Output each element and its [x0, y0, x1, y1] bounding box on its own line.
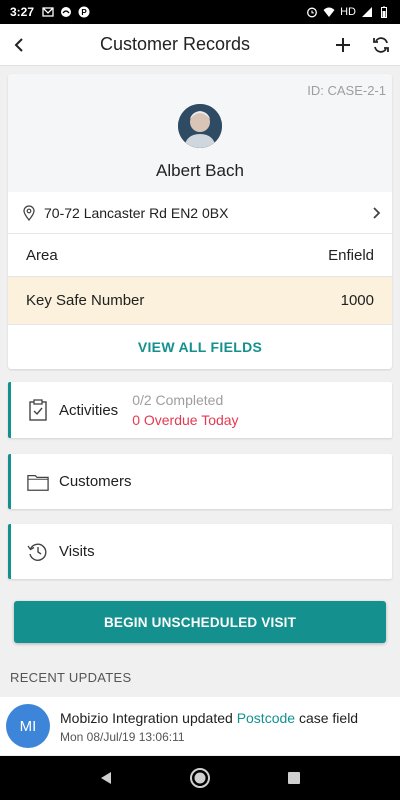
case-header: ID: CASE-2-1 Albert Bach: [8, 74, 392, 192]
customers-label: Customers: [59, 473, 132, 490]
field-row-key-safe: Key Safe Number 1000: [8, 277, 392, 325]
signal-icon: [362, 7, 372, 17]
nav-back-icon[interactable]: [98, 770, 114, 786]
address-row[interactable]: 70-72 Lancaster Rd EN2 0BX: [8, 192, 392, 234]
view-all-fields-button[interactable]: VIEW ALL FIELDS: [8, 325, 392, 369]
update-actor: Mobizio Integration updated: [60, 710, 233, 726]
pinterest-icon: P: [78, 6, 90, 18]
refresh-button[interactable]: [362, 24, 400, 66]
update-text: Mobizio Integration updated Postcode cas…: [60, 708, 358, 728]
update-suffix: case field: [298, 710, 359, 726]
field-label: Key Safe Number: [26, 292, 145, 309]
list-item[interactable]: MI Mobizio Integration updated Postcode …: [0, 697, 400, 755]
history-clock-icon: [27, 541, 49, 563]
back-arrow-icon: [14, 37, 23, 52]
clipboard-check-icon: [27, 399, 49, 421]
chevron-right-icon: [373, 206, 381, 219]
field-row-area: Area Enfield: [8, 234, 392, 277]
system-nav-bar: [0, 756, 400, 800]
status-time: 3:27: [10, 5, 35, 19]
network-label: HD: [340, 6, 356, 18]
alarm-icon: [307, 7, 318, 18]
customers-card[interactable]: Customers: [8, 454, 392, 509]
field-label: Area: [26, 246, 58, 264]
user-avatar: MI: [6, 704, 50, 748]
field-value: Enfield: [328, 246, 374, 264]
activities-card[interactable]: Activities 0/2 Completed 0 Overdue Today: [8, 382, 392, 438]
gmail-icon: [42, 7, 54, 17]
activities-overdue: 0 Overdue Today: [132, 412, 239, 428]
activities-stats: 0/2 Completed 0 Overdue Today: [132, 390, 238, 430]
location-pin-icon: [23, 204, 35, 221]
activities-completed: 0/2 Completed: [132, 392, 224, 408]
update-timestamp: Mon 08/Jul/19 13:06:11: [60, 730, 185, 744]
recent-updates-heading: RECENT UPDATES: [10, 670, 132, 685]
begin-unscheduled-visit-button[interactable]: BEGIN UNSCHEDULED VISIT: [14, 601, 386, 643]
nav-recents-icon[interactable]: [286, 770, 302, 786]
svg-text:P: P: [81, 8, 87, 17]
status-bar: 3:27 P HD: [0, 0, 400, 24]
refresh-icon: [373, 36, 389, 53]
customer-avatar: [178, 104, 222, 148]
add-button[interactable]: [324, 24, 362, 66]
field-value: 1000: [340, 292, 374, 309]
activities-label: Activities: [59, 401, 119, 419]
update-field-link[interactable]: Postcode: [237, 710, 295, 726]
cloud-icon: [61, 7, 72, 17]
visits-label: Visits: [59, 543, 95, 560]
case-card: ID: CASE-2-1 Albert Bach 70-72 Lancaster…: [8, 74, 392, 369]
page-title: Customer Records: [99, 34, 251, 54]
nav-home-icon[interactable]: [189, 767, 211, 789]
customer-name: Albert Bach: [156, 161, 244, 180]
back-button[interactable]: [2, 24, 38, 66]
address-text: 70-72 Lancaster Rd EN2 0BX: [44, 204, 229, 221]
battery-icon: [381, 6, 387, 18]
app-bar: Customer Records: [0, 24, 400, 66]
folder-icon: [27, 471, 49, 493]
case-id: ID: CASE-2-1: [307, 83, 386, 98]
visits-card[interactable]: Visits: [8, 524, 392, 579]
wifi-icon: [323, 7, 335, 17]
plus-icon: [336, 37, 350, 52]
